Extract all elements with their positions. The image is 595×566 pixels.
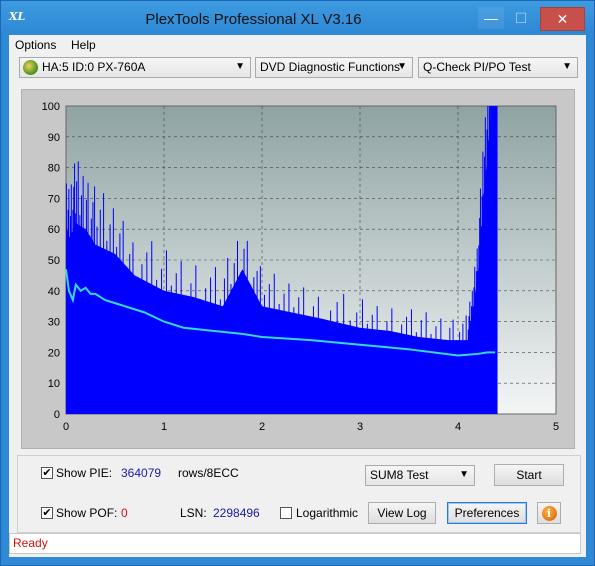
maximize-button[interactable]: ☐	[508, 7, 534, 29]
x-tick-label: 4	[455, 421, 461, 433]
minimize-button[interactable]: —	[478, 7, 504, 29]
close-button[interactable]: ✕	[540, 7, 585, 31]
menu-help[interactable]: Help	[71, 38, 96, 52]
logarithmic-label: Logarithmic	[296, 506, 359, 520]
pof-value: 0	[121, 506, 128, 520]
function-select-value: DVD Diagnostic Functions	[260, 60, 401, 74]
view-log-button[interactable]: View Log	[368, 502, 436, 524]
test-select-value: Q-Check PI/PO Test	[423, 60, 531, 74]
client-area: Options Help HA:5 ID:0 PX-760A ▼ DVD Dia…	[9, 35, 586, 557]
y-tick-label: 60	[48, 224, 60, 236]
status-bar: Ready	[9, 533, 581, 554]
y-tick-label: 20	[48, 347, 60, 359]
start-button[interactable]: Start	[494, 464, 564, 486]
y-tick-label: 40	[48, 286, 60, 298]
x-tick-label: 1	[161, 421, 167, 433]
y-tick-label: 50	[48, 255, 60, 267]
x-tick-label: 3	[357, 421, 363, 433]
sum-test-select-value: SUM8 Test	[370, 468, 429, 482]
menu-bar: Options Help	[9, 35, 586, 55]
lsn-value: 2298496	[213, 506, 260, 520]
test-select[interactable]: Q-Check PI/PO Test ▼	[418, 57, 578, 78]
chevron-down-icon: ▼	[562, 61, 572, 72]
controls-panel: ✔ Show PIE: 364079 rows/8ECC SUM8 Test ▼…	[9, 451, 586, 533]
drive-select-value: HA:5 ID:0 PX-760A	[42, 60, 146, 74]
show-pie-label: Show PIE:	[56, 466, 113, 480]
menu-options[interactable]: Options	[15, 38, 56, 52]
app-window: XL PlexTools Professional XL V3.16 — ☐ ✕…	[0, 0, 595, 566]
chevron-down-icon: ▼	[235, 61, 245, 72]
chevron-down-icon: ▼	[459, 469, 469, 480]
lsn-label: LSN:	[180, 506, 207, 520]
logarithmic-checkbox[interactable]	[280, 507, 292, 519]
title-bar[interactable]: XL PlexTools Professional XL V3.16 — ☐ ✕	[1, 1, 594, 35]
status-text: Ready	[13, 536, 48, 550]
x-tick-label: 5	[553, 421, 559, 433]
info-button[interactable]: i	[537, 502, 561, 524]
drive-icon	[23, 60, 38, 75]
chart-panel: 0 10 20 30 40 50 60 70 80 90 100 0 1 2 3 4 5	[21, 89, 575, 449]
y-tick-label: 10	[48, 378, 60, 390]
y-tick-label: 90	[48, 132, 60, 144]
show-pie-checkbox[interactable]: ✔	[41, 467, 53, 479]
y-tick-label: 0	[54, 409, 60, 421]
y-tick-label: 100	[42, 101, 60, 113]
pi-po-chart: 0 10 20 30 40 50 60 70 80 90 100 0 1 2 3 4 5	[42, 101, 559, 433]
show-pof-checkbox[interactable]: ✔	[41, 507, 53, 519]
drive-select[interactable]: HA:5 ID:0 PX-760A ▼	[19, 57, 251, 78]
show-pof-label: Show POF:	[56, 506, 118, 520]
function-select[interactable]: DVD Diagnostic Functions ▼	[255, 57, 413, 78]
x-tick-label: 0	[63, 421, 69, 433]
y-tick-label: 30	[48, 317, 60, 329]
info-icon: i	[541, 506, 557, 521]
window-title: PlexTools Professional XL V3.16	[145, 11, 362, 28]
y-tick-label: 80	[48, 163, 60, 175]
chevron-down-icon: ▼	[397, 61, 407, 72]
sum-test-select[interactable]: SUM8 Test ▼	[365, 465, 475, 486]
y-tick-label: 70	[48, 193, 60, 205]
rows-label: rows/8ECC	[178, 466, 239, 480]
x-tick-label: 2	[259, 421, 265, 433]
preferences-button[interactable]: Preferences	[447, 502, 527, 524]
pie-value: 364079	[121, 466, 162, 480]
